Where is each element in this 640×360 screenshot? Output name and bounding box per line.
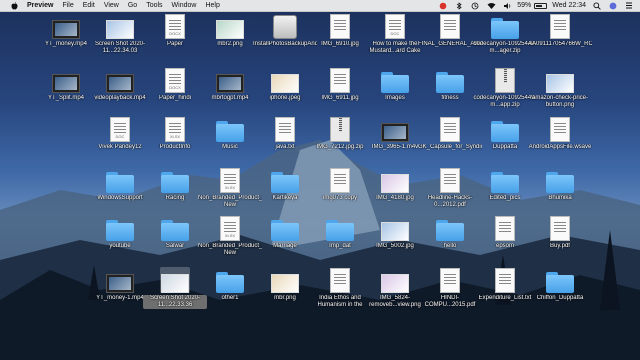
- folder-icon: [160, 167, 190, 193]
- folder-icon: [105, 167, 135, 193]
- desktop-item-label: Buy.pdf: [550, 243, 570, 249]
- document-icon: [435, 116, 465, 142]
- battery-icon[interactable]: [534, 2, 548, 9]
- apple-menu-icon[interactable]: [10, 1, 18, 10]
- volume-icon[interactable]: [502, 2, 512, 10]
- document-icon: DOC: [105, 116, 135, 142]
- image-file-icon: [215, 13, 245, 39]
- desktop-item-label: AndroidAppsFile.wsave: [528, 144, 592, 150]
- document-icon: [545, 13, 575, 39]
- image-file-icon: [105, 13, 135, 39]
- desktop-item[interactable]: AndroidAppsFile.wsave: [528, 116, 592, 166]
- document-icon: DOC: [380, 13, 410, 39]
- bluetooth-icon[interactable]: [454, 1, 464, 10]
- folder-icon: [545, 267, 575, 293]
- folder-icon: [490, 167, 520, 193]
- video-file-icon: [51, 13, 81, 39]
- menu-file[interactable]: File: [62, 2, 73, 9]
- document-icon: [490, 215, 520, 241]
- folder-icon: [105, 215, 135, 241]
- folder-icon: [435, 67, 465, 93]
- video-file-icon: [215, 67, 245, 93]
- image-file-icon: [545, 67, 575, 93]
- folder-icon: [270, 215, 300, 241]
- desktop-item[interactable]: AA091117054766W_RC23112017.pdf: [528, 13, 592, 63]
- desktop-item[interactable]: amazon-check-price-button.png: [528, 67, 592, 117]
- image-file-icon: [380, 267, 410, 293]
- battery-percent: 59%: [517, 2, 532, 9]
- desktop-item[interactable]: Buy.pdf: [528, 215, 592, 265]
- document-icon: [270, 116, 300, 142]
- disk-image-icon: [270, 13, 300, 39]
- document-icon: [325, 67, 355, 93]
- image-file-icon: [270, 67, 300, 93]
- folder-icon: [380, 67, 410, 93]
- search-icon[interactable]: [592, 1, 602, 10]
- video-file-icon: [380, 116, 410, 142]
- document-icon: [325, 267, 355, 293]
- desktop-item[interactable]: Chiffon_Duppatta: [528, 267, 592, 317]
- menu-edit[interactable]: Edit: [83, 2, 95, 9]
- desktop-item[interactable]: Bhumika: [528, 167, 592, 217]
- video-file-icon: [51, 67, 81, 93]
- menu-view[interactable]: View: [104, 2, 119, 9]
- image-file-icon: [160, 267, 190, 293]
- folder-icon: [215, 116, 245, 142]
- record-icon[interactable]: [438, 2, 448, 10]
- folder-icon: [325, 215, 355, 241]
- desktop-item-label: AA091117054766W_RC23112017.pdf: [528, 41, 592, 47]
- document-icon: [325, 167, 355, 193]
- image-file-icon: [380, 215, 410, 241]
- menu-help[interactable]: Help: [205, 2, 219, 9]
- clock[interactable]: Wed 22:34: [552, 2, 586, 9]
- document-icon: XLSX: [215, 215, 245, 241]
- folder-icon: [490, 13, 520, 39]
- menu-go[interactable]: Go: [128, 2, 137, 9]
- document-icon: DOCX: [160, 13, 190, 39]
- document-icon: [545, 215, 575, 241]
- document-icon: [490, 267, 520, 293]
- document-icon: XLSX: [160, 116, 190, 142]
- zip-archive-icon: [490, 67, 520, 93]
- folder-icon: [160, 215, 190, 241]
- document-icon: DOCX: [160, 67, 190, 93]
- folder-icon: [490, 116, 520, 142]
- menu-app-name[interactable]: Preview: [27, 2, 53, 9]
- document-icon: [435, 167, 465, 193]
- document-icon: [435, 13, 465, 39]
- desktop: YT_money.mp4 Screen Shot 2020-11...22.34.…: [0, 11, 640, 360]
- image-file-icon: [380, 167, 410, 193]
- notification-center-icon[interactable]: [624, 2, 634, 10]
- folder-icon: [215, 267, 245, 293]
- video-file-icon: [105, 67, 135, 93]
- video-file-icon: [105, 267, 135, 293]
- document-icon: [435, 267, 465, 293]
- folder-icon: [270, 167, 300, 193]
- menu-window[interactable]: Window: [172, 2, 197, 9]
- document-icon: [325, 13, 355, 39]
- sync-icon[interactable]: [470, 2, 480, 10]
- folder-icon: [545, 167, 575, 193]
- document-icon: [545, 116, 575, 142]
- wifi-icon[interactable]: [486, 2, 496, 10]
- menu-tools[interactable]: Tools: [146, 2, 162, 9]
- zip-archive-icon: [325, 116, 355, 142]
- desktop-item-label: Chiffon_Duppatta: [536, 295, 584, 301]
- folder-icon: [435, 215, 465, 241]
- desktop-item-label: Bhumika: [548, 195, 572, 201]
- document-icon: XLSX: [215, 167, 245, 193]
- image-file-icon: [270, 267, 300, 293]
- desktop-item-label: amazon-check-price-button.png: [531, 95, 589, 108]
- siri-icon[interactable]: [608, 2, 618, 10]
